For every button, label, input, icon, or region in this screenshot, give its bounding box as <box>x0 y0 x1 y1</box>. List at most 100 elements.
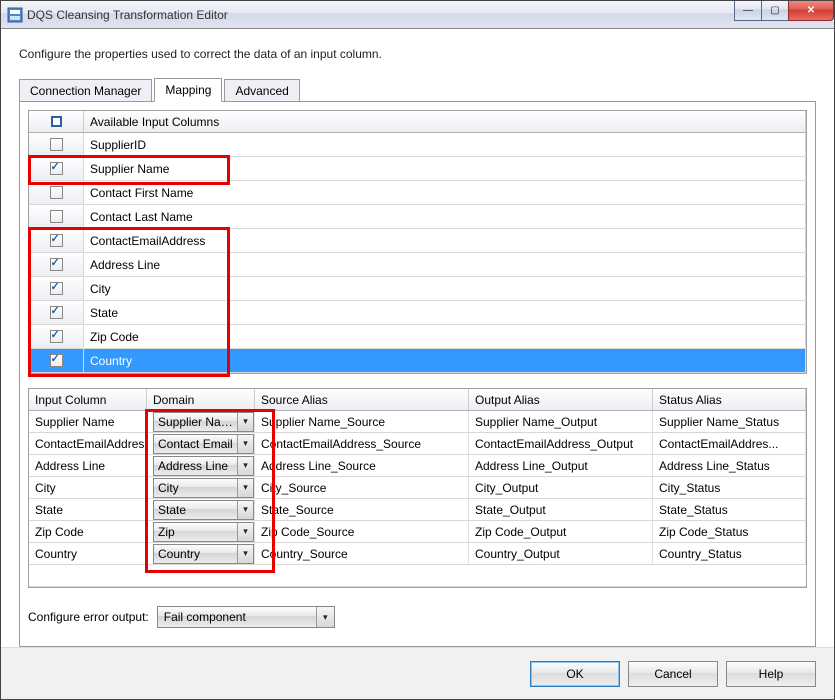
cancel-button[interactable]: Cancel <box>628 661 718 687</box>
chevron-down-icon <box>237 479 253 497</box>
column-name: ContactEmailAddress <box>84 229 806 252</box>
titlebar[interactable]: DQS Cleansing Transformation Editor — ▢ … <box>1 1 834 29</box>
output-alias-cell[interactable]: Country_Output <box>469 543 653 564</box>
checkbox-cell <box>29 253 84 276</box>
input-column-cell[interactable]: Zip Code <box>29 521 147 542</box>
error-output-label: Configure error output: <box>28 610 149 624</box>
chevron-down-icon <box>316 607 334 627</box>
column-name: SupplierID <box>84 133 806 156</box>
column-checkbox[interactable] <box>50 138 63 151</box>
error-output-combo[interactable]: Fail component <box>157 606 335 628</box>
output-alias-cell[interactable]: City_Output <box>469 477 653 498</box>
column-row[interactable]: Contact First Name <box>29 181 806 205</box>
column-row[interactable]: ContactEmailAddress <box>29 229 806 253</box>
header-output-alias[interactable]: Output Alias <box>469 389 653 410</box>
status-alias-cell[interactable]: City_Status <box>653 477 806 498</box>
status-alias-cell[interactable]: Country_Status <box>653 543 806 564</box>
status-alias-cell[interactable]: Zip Code_Status <box>653 521 806 542</box>
input-column-cell[interactable]: Country <box>29 543 147 564</box>
mapping-row: Supplier NameSupplier NameSupplier Name_… <box>29 411 806 433</box>
column-name: Contact First Name <box>84 181 806 204</box>
chevron-down-icon <box>237 523 253 541</box>
column-name: Address Line <box>84 253 806 276</box>
header-available-columns[interactable]: Available Input Columns <box>84 111 806 132</box>
checkbox-cell <box>29 349 84 372</box>
column-checkbox[interactable] <box>50 306 63 319</box>
column-checkbox[interactable] <box>50 354 63 367</box>
domain-combo[interactable]: City <box>153 478 254 498</box>
mapping-row: CountryCountryCountry_SourceCountry_Outp… <box>29 543 806 565</box>
tab-connection-manager[interactable]: Connection Manager <box>19 79 152 102</box>
input-column-cell[interactable]: Address Line <box>29 455 147 476</box>
source-alias-cell[interactable]: Zip Code_Source <box>255 521 469 542</box>
column-row[interactable]: City <box>29 277 806 301</box>
column-name: Supplier Name <box>84 157 806 180</box>
error-output-value: Fail component <box>158 610 316 624</box>
input-column-cell[interactable]: State <box>29 499 147 520</box>
minimize-button[interactable]: — <box>734 1 762 21</box>
output-alias-cell[interactable]: Supplier Name_Output <box>469 411 653 432</box>
domain-combo[interactable]: Country <box>153 544 254 564</box>
output-alias-cell[interactable]: ContactEmailAddress_Output <box>469 433 653 454</box>
column-row[interactable]: Supplier Name <box>29 157 806 181</box>
header-input-column[interactable]: Input Column <box>29 389 147 410</box>
tab-mapping[interactable]: Mapping <box>154 78 222 102</box>
close-button[interactable]: ✕ <box>788 1 834 21</box>
column-row[interactable]: Country <box>29 349 806 373</box>
status-alias-cell[interactable]: Address Line_Status <box>653 455 806 476</box>
column-row[interactable]: Address Line <box>29 253 806 277</box>
checkbox-cell <box>29 301 84 324</box>
input-column-cell[interactable]: City <box>29 477 147 498</box>
source-alias-cell[interactable]: ContactEmailAddress_Source <box>255 433 469 454</box>
source-alias-cell[interactable]: Address Line_Source <box>255 455 469 476</box>
column-row[interactable]: Zip Code <box>29 325 806 349</box>
input-column-cell[interactable]: Supplier Name <box>29 411 147 432</box>
column-checkbox[interactable] <box>50 282 63 295</box>
domain-combo[interactable]: Contact Email <box>153 434 254 454</box>
header-status-alias[interactable]: Status Alias <box>653 389 806 410</box>
domain-cell: Supplier Name <box>147 411 255 432</box>
mapping-row: CityCityCity_SourceCity_OutputCity_Statu… <box>29 477 806 499</box>
header-source-alias[interactable]: Source Alias <box>255 389 469 410</box>
output-alias-cell[interactable]: Address Line_Output <box>469 455 653 476</box>
status-alias-cell[interactable]: Supplier Name_Status <box>653 411 806 432</box>
chevron-down-icon <box>237 435 253 453</box>
column-checkbox[interactable] <box>50 162 63 175</box>
select-all-indicator[interactable] <box>51 116 62 127</box>
domain-combo[interactable]: Address Line <box>153 456 254 476</box>
source-alias-cell[interactable]: City_Source <box>255 477 469 498</box>
maximize-icon: ▢ <box>770 6 779 16</box>
status-alias-cell[interactable]: ContactEmailAddres... <box>653 433 806 454</box>
close-icon: ✕ <box>807 6 815 16</box>
checkbox-cell <box>29 157 84 180</box>
status-alias-cell[interactable]: State_Status <box>653 499 806 520</box>
chevron-down-icon <box>237 413 253 431</box>
domain-combo[interactable]: Zip <box>153 522 254 542</box>
domain-cell: City <box>147 477 255 498</box>
header-checkbox-cell[interactable] <box>29 111 84 132</box>
source-alias-cell[interactable]: State_Source <box>255 499 469 520</box>
column-checkbox[interactable] <box>50 330 63 343</box>
maximize-button[interactable]: ▢ <box>761 1 789 21</box>
source-alias-cell[interactable]: Country_Source <box>255 543 469 564</box>
header-domain[interactable]: Domain <box>147 389 255 410</box>
mapping-row: Zip Code ZipZip Code_SourceZip Code_Outpu… <box>29 521 806 543</box>
output-alias-cell[interactable]: Zip Code_Output <box>469 521 653 542</box>
source-alias-cell[interactable]: Supplier Name_Source <box>255 411 469 432</box>
ok-button[interactable]: OK <box>530 661 620 687</box>
help-button[interactable]: Help <box>726 661 816 687</box>
domain-combo[interactable]: Supplier Name <box>153 412 254 432</box>
column-row[interactable]: SupplierID <box>29 133 806 157</box>
description-text: Configure the properties used to correct… <box>19 47 816 61</box>
input-column-cell[interactable]: ContactEmailAddress <box>29 433 147 454</box>
tab-advanced[interactable]: Advanced <box>224 79 299 102</box>
column-checkbox[interactable] <box>50 210 63 223</box>
column-row[interactable]: State <box>29 301 806 325</box>
column-row[interactable]: Contact Last Name <box>29 205 806 229</box>
column-checkbox[interactable] <box>50 186 63 199</box>
domain-cell: State <box>147 499 255 520</box>
output-alias-cell[interactable]: State_Output <box>469 499 653 520</box>
domain-combo[interactable]: State <box>153 500 254 520</box>
column-checkbox[interactable] <box>50 234 63 247</box>
column-checkbox[interactable] <box>50 258 63 271</box>
